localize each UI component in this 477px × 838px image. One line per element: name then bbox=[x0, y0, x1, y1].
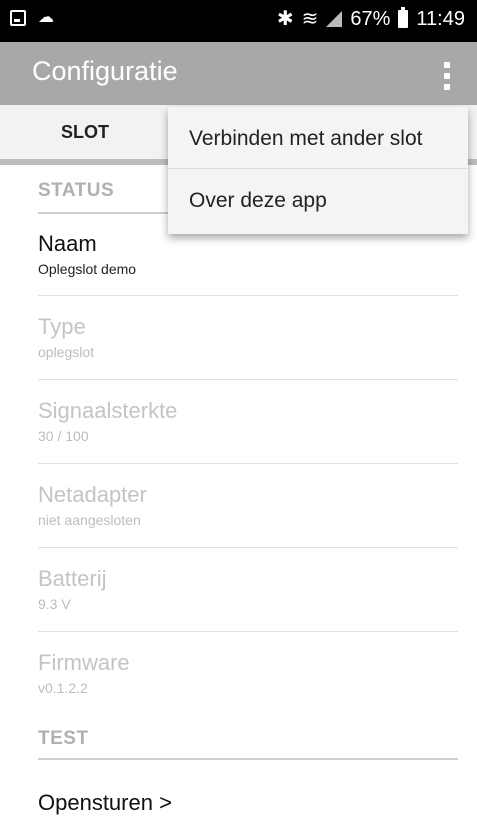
status-row-netadapter: Netadapter niet aangesloten bbox=[38, 482, 458, 528]
row-divider bbox=[38, 631, 458, 632]
battery-percentage: 67% bbox=[350, 7, 391, 30]
app-bar: Configuratie bbox=[0, 42, 477, 105]
row-divider bbox=[38, 379, 458, 380]
wifi-icon: ≋ bbox=[301, 8, 319, 30]
row-title: Netadapter bbox=[38, 482, 147, 507]
status-row-firmware: Firmware v0.1.2.2 bbox=[38, 650, 458, 696]
section-header-status: STATUS bbox=[38, 180, 115, 201]
section-header-test: TEST bbox=[38, 728, 89, 749]
row-value: 9.3 V bbox=[38, 596, 71, 612]
page-title: Configuratie bbox=[32, 56, 178, 86]
menu-divider bbox=[168, 168, 468, 169]
row-title: Signaalsterkte bbox=[38, 398, 178, 423]
section-divider bbox=[38, 758, 458, 760]
row-title: Type bbox=[38, 314, 86, 339]
cloud-icon: ☁ bbox=[38, 9, 54, 26]
overflow-menu-icon[interactable] bbox=[443, 62, 451, 90]
row-value: 30 / 100 bbox=[38, 428, 89, 444]
row-title: Naam bbox=[38, 231, 97, 256]
menu-dot bbox=[444, 62, 450, 68]
menu-item-verbinden[interactable]: Verbinden met ander slot bbox=[189, 127, 422, 151]
status-bar: ☁ ✱ ≋ 67% 11:49 bbox=[0, 0, 477, 42]
row-divider bbox=[38, 547, 458, 548]
menu-item-over-deze-app[interactable]: Over deze app bbox=[189, 189, 327, 213]
row-value: Oplegslot demo bbox=[38, 261, 137, 277]
status-row-signaalsterkte: Signaalsterkte 30 / 100 bbox=[38, 398, 458, 444]
signal-icon bbox=[326, 11, 343, 27]
row-value: niet aangesloten bbox=[38, 512, 141, 528]
tab-slot[interactable]: SLOT bbox=[0, 105, 170, 159]
gallery-icon bbox=[10, 10, 26, 26]
clock: 11:49 bbox=[416, 7, 465, 30]
row-value: v0.1.2.2 bbox=[38, 680, 88, 696]
row-divider bbox=[38, 295, 458, 296]
opensturen-button[interactable]: Opensturen > bbox=[38, 790, 172, 816]
status-bar-left: ☁ bbox=[10, 10, 54, 26]
row-value: oplegslot bbox=[38, 344, 95, 360]
status-bar-right: ✱ ≋ 67% 11:49 bbox=[277, 7, 465, 31]
row-divider bbox=[38, 463, 458, 464]
menu-dot bbox=[444, 73, 450, 79]
status-row-batterij: Batterij 9.3 V bbox=[38, 566, 458, 612]
bluetooth-icon: ✱ bbox=[276, 8, 294, 30]
row-title: Firmware bbox=[38, 650, 130, 675]
status-row-naam[interactable]: Naam Oplegslot demo bbox=[38, 231, 458, 277]
row-title: Batterij bbox=[38, 566, 107, 591]
status-row-type: Type oplegslot bbox=[38, 314, 458, 360]
menu-dot bbox=[444, 84, 450, 90]
battery-icon bbox=[398, 7, 409, 28]
overflow-popup-menu: Verbinden met ander slot Over deze app bbox=[168, 107, 468, 234]
